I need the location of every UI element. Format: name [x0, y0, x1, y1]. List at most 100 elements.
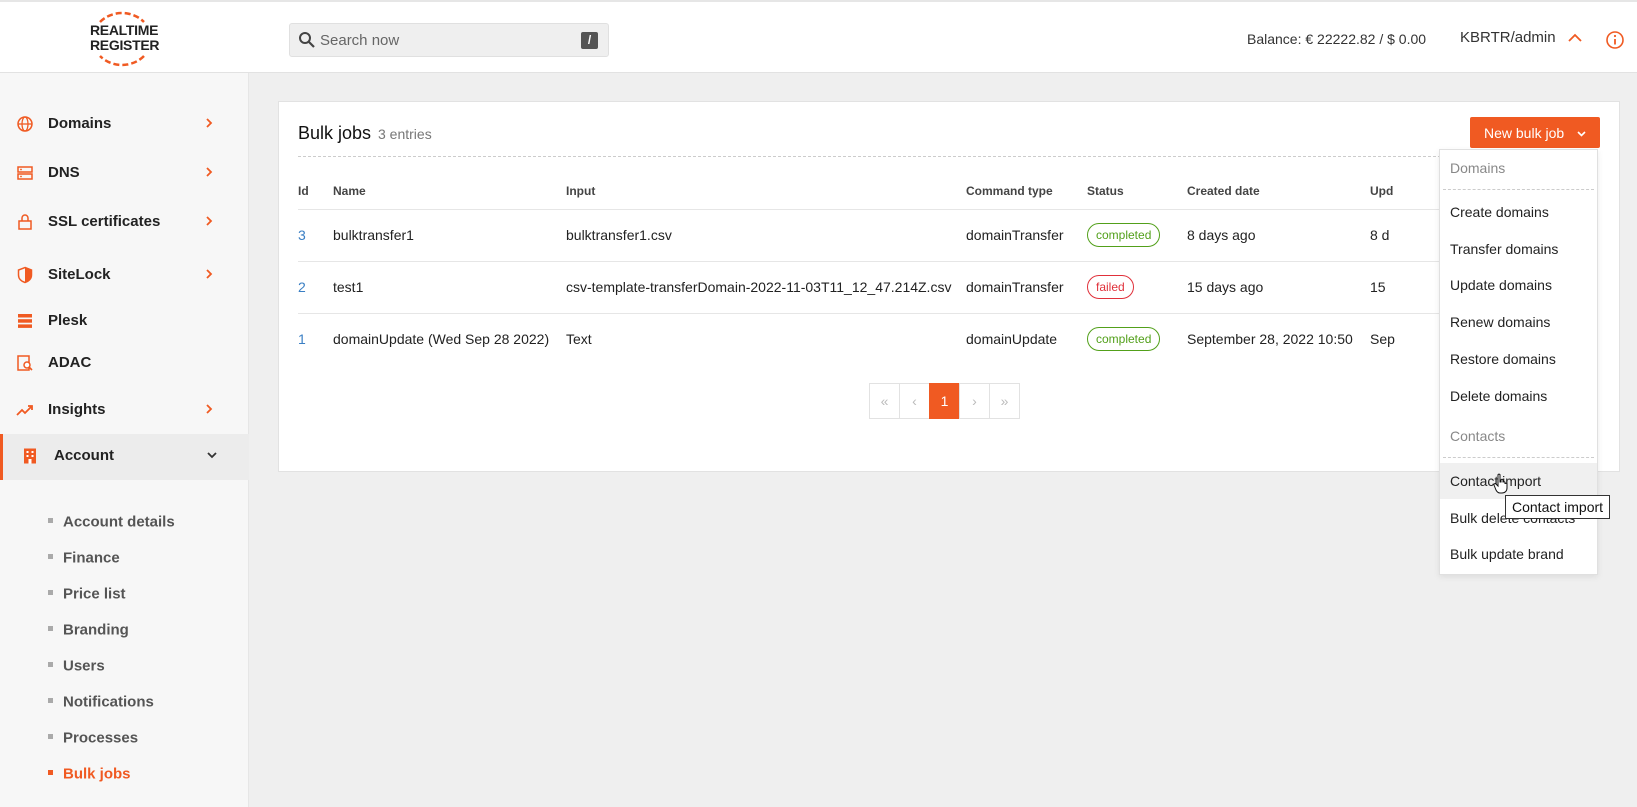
- search-input[interactable]: [320, 29, 560, 51]
- bulk-jobs-panel: Bulk jobs 3 entries New bulk job Id Name…: [278, 101, 1620, 472]
- sidebar-item-label: Plesk: [48, 312, 88, 329]
- hand-cursor-icon: [1493, 473, 1508, 494]
- sidebar-item-label: ADAC: [48, 354, 92, 371]
- sidebar-item-label: Domains: [48, 115, 112, 132]
- pager-next-button[interactable]: ›: [959, 383, 990, 419]
- menu-item-delete-domains[interactable]: Delete domains: [1440, 378, 1597, 414]
- column-header-created-date[interactable]: Created date: [1187, 184, 1260, 198]
- column-header-name[interactable]: Name: [333, 184, 366, 198]
- tooltip: Contact import: [1505, 495, 1611, 519]
- row-name: bulktransfer1: [333, 227, 414, 243]
- menu-item-renew-domains[interactable]: Renew domains: [1440, 304, 1597, 340]
- search-icon: [299, 32, 315, 48]
- top-bar: REALTIME REGISTER / Balance: € 22222.82 …: [0, 0, 1637, 73]
- document-search-icon: [17, 355, 33, 371]
- sidebar-item-dns[interactable]: DNS: [0, 151, 249, 195]
- bullet-icon: [48, 626, 53, 632]
- sidebar-item-domains[interactable]: Domains: [0, 102, 249, 146]
- new-bulk-job-button[interactable]: New bulk job: [1470, 117, 1600, 148]
- row-divider: [298, 313, 1551, 314]
- menu-separator: [1443, 457, 1594, 458]
- pager-last-button[interactable]: »: [989, 383, 1020, 419]
- chevron-right-icon: [206, 269, 213, 279]
- entries-count: 3 entries: [378, 126, 432, 142]
- row-divider: [298, 209, 1551, 210]
- search-box[interactable]: /: [289, 23, 609, 57]
- sidebar-item-plesk[interactable]: Plesk: [0, 299, 249, 343]
- title-divider: [298, 156, 1551, 157]
- row-input: csv-template-transferDomain-2022-11-03T1…: [566, 279, 952, 295]
- sidebar-sub-branding[interactable]: Branding: [48, 621, 129, 645]
- chevron-down-icon: [1577, 131, 1586, 137]
- row-created-date: 8 days ago: [1187, 227, 1256, 243]
- bullet-icon: [48, 770, 53, 776]
- row-id-link[interactable]: 2: [298, 279, 306, 295]
- menu-section-domains: Domains: [1450, 160, 1506, 176]
- row-name: domainUpdate (Wed Sep 28 2022): [333, 331, 550, 347]
- row-command-type: domainUpdate: [966, 331, 1058, 347]
- bullet-icon: [48, 662, 53, 668]
- bullet-icon: [48, 590, 53, 596]
- row-command-type: domainTransfer: [966, 279, 1064, 295]
- chevron-right-icon: [206, 167, 213, 177]
- sidebar-item-insights[interactable]: Insights: [0, 388, 249, 432]
- logo-wordmark: REALTIME REGISTER: [90, 22, 160, 53]
- sidebar-item-account[interactable]: Account: [0, 434, 249, 480]
- menu-item-create-domains[interactable]: Create domains: [1440, 194, 1597, 230]
- row-id-link[interactable]: 3: [298, 227, 306, 243]
- sidebar-sub-users[interactable]: Users: [48, 657, 105, 681]
- shield-icon: [17, 266, 33, 284]
- sidebar-sub-price-list[interactable]: Price list: [48, 585, 126, 609]
- column-header-command-type[interactable]: Command type: [966, 184, 1053, 198]
- chevron-right-icon: [206, 118, 213, 128]
- menu-section-contacts: Contacts: [1450, 428, 1506, 444]
- pagination: « ‹ 1 › »: [869, 383, 1020, 419]
- bullet-icon: [48, 518, 53, 524]
- pager-page-button[interactable]: 1: [929, 383, 960, 419]
- sidebar-item-label: SiteLock: [48, 266, 111, 283]
- row-created-date: September 28, 2022 10:50: [1187, 331, 1353, 347]
- sidebar-item-label: SSL certificates: [48, 213, 161, 230]
- menu-item-restore-domains[interactable]: Restore domains: [1440, 341, 1597, 377]
- sidebar-sub-account-details[interactable]: Account details: [48, 513, 175, 537]
- sidebar-sub-processes[interactable]: Processes: [48, 729, 138, 753]
- realtime-register-logo[interactable]: REALTIME REGISTER: [86, 8, 160, 70]
- bullet-icon: [48, 554, 53, 560]
- row-input: bulktransfer1.csv: [566, 227, 672, 243]
- info-icon[interactable]: [1605, 30, 1625, 50]
- chevron-up-icon: [1568, 33, 1582, 42]
- row-updated-date: Sep: [1370, 331, 1395, 347]
- row-created-date: 15 days ago: [1187, 279, 1264, 295]
- menu-item-bulk-update-brand[interactable]: Bulk update brand: [1440, 536, 1597, 572]
- bullet-icon: [48, 698, 53, 704]
- sidebar-sub-finance[interactable]: Finance: [48, 549, 120, 573]
- chevron-right-icon: [206, 216, 213, 226]
- pager-first-button[interactable]: «: [869, 383, 900, 419]
- column-header-status[interactable]: Status: [1087, 184, 1124, 198]
- column-header-updated-date[interactable]: Upd: [1370, 184, 1393, 198]
- sidebar-item-sitelock[interactable]: SiteLock: [0, 253, 249, 297]
- row-id-link[interactable]: 1: [298, 331, 306, 347]
- search-shortcut-key: /: [581, 32, 598, 49]
- row-command-type: domainTransfer: [966, 227, 1064, 243]
- page-title: Bulk jobs: [298, 123, 372, 143]
- pager-prev-button[interactable]: ‹: [899, 383, 930, 419]
- user-name: KBRTR/admin: [1460, 29, 1556, 46]
- sidebar-item-label: DNS: [48, 164, 80, 181]
- sidebar-sub-notifications[interactable]: Notifications: [48, 693, 154, 717]
- column-header-id[interactable]: Id: [298, 184, 309, 198]
- globe-icon: [17, 116, 33, 132]
- sidebar-item-label: Insights: [48, 401, 106, 418]
- sidebar-sub-bulk-jobs[interactable]: Bulk jobs: [48, 765, 131, 789]
- stack-icon: [18, 314, 32, 328]
- sidebar-item-label: Account: [54, 447, 114, 464]
- user-menu[interactable]: KBRTR/admin: [1460, 29, 1582, 46]
- sidebar-item-ssl-certificates[interactable]: SSL certificates: [0, 200, 249, 244]
- column-header-input[interactable]: Input: [566, 184, 595, 198]
- menu-item-contact-import[interactable]: Contact import: [1440, 463, 1597, 499]
- sidebar-item-adac[interactable]: ADAC: [0, 341, 249, 385]
- status-badge: failed: [1087, 275, 1134, 299]
- server-icon: [17, 166, 33, 180]
- menu-item-update-domains[interactable]: Update domains: [1440, 267, 1597, 303]
- menu-item-transfer-domains[interactable]: Transfer domains: [1440, 231, 1597, 267]
